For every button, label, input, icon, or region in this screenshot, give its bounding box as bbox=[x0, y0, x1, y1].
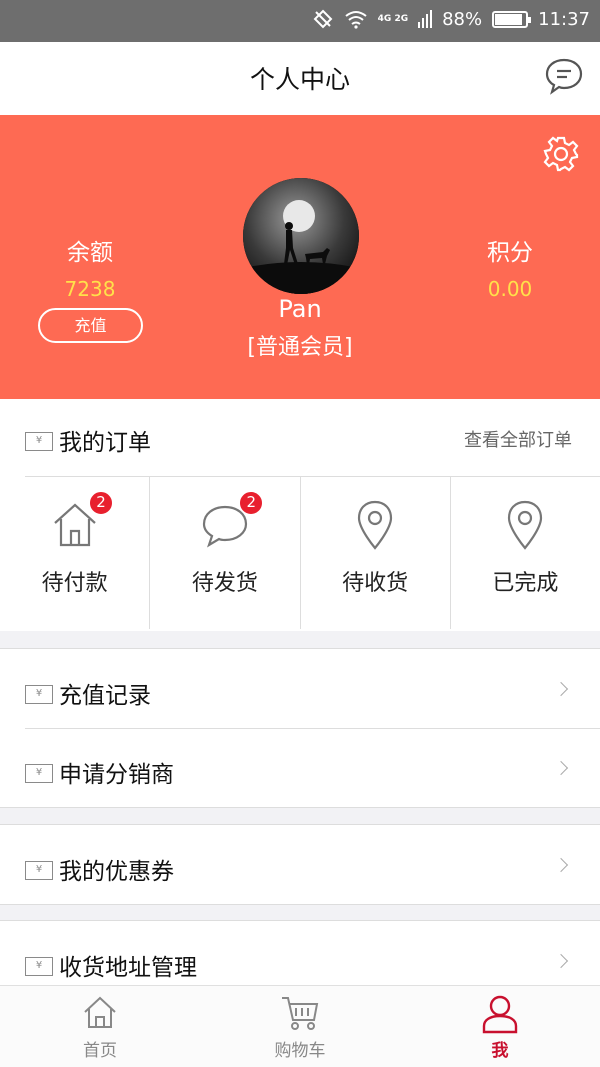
tab-label: 我 bbox=[491, 1041, 509, 1061]
order-state-completed[interactable]: 已完成 bbox=[451, 477, 600, 629]
wifi-icon bbox=[345, 11, 367, 29]
chevron-right-icon bbox=[553, 760, 569, 776]
orders-title: ¥ 我的订单 bbox=[25, 423, 151, 457]
points-label: 积分 bbox=[487, 240, 533, 266]
battery-icon bbox=[492, 10, 532, 28]
house-icon bbox=[84, 996, 116, 1028]
yen-ticket-icon: ¥ bbox=[25, 764, 53, 783]
tab-label: 首页 bbox=[83, 1041, 117, 1061]
menu-item-text: 收货地址管理 bbox=[59, 955, 197, 981]
yen-ticket-icon: ¥ bbox=[25, 685, 53, 704]
menu-item-my-coupons[interactable]: ¥ 我的优惠券 bbox=[0, 825, 600, 904]
balance-stat: 余额 7238 bbox=[20, 233, 160, 301]
menu-item-label: ¥ 充值记录 bbox=[25, 676, 151, 710]
order-count-badge: 2 bbox=[89, 491, 113, 515]
chat-bubble-icon[interactable] bbox=[544, 56, 584, 96]
points-stat: 积分 0.00 bbox=[440, 233, 580, 301]
member-level: [普通会员] bbox=[247, 335, 353, 360]
order-state-pending-payment[interactable]: 2 待付款 bbox=[0, 477, 151, 629]
order-state-pending-receipt[interactable]: 待收货 bbox=[301, 477, 451, 629]
location-pin-icon bbox=[508, 500, 543, 550]
tab-cart[interactable]: 购物车 bbox=[200, 986, 400, 1067]
battery-percent: 88% bbox=[442, 8, 483, 30]
tab-label: 购物车 bbox=[274, 1041, 326, 1061]
location-pin-icon bbox=[358, 500, 393, 550]
points-value: 0.00 bbox=[487, 277, 533, 301]
order-state-label: 待发货 bbox=[191, 571, 258, 596]
order-states: 2 待付款 2 待发货 待收货 已完成 bbox=[0, 477, 600, 629]
menu-group-coupons: ¥ 我的优惠券 bbox=[0, 824, 600, 905]
yen-ticket-icon: ¥ bbox=[25, 957, 53, 976]
menu-item-text: 我的优惠券 bbox=[59, 859, 174, 885]
orders-header[interactable]: ¥ 我的订单 查看全部订单 bbox=[25, 399, 600, 477]
menu-item-recharge-record[interactable]: ¥ 充值记录 bbox=[0, 649, 600, 728]
network-type: 4G 2G bbox=[377, 13, 409, 24]
balance-label: 余额 bbox=[67, 240, 113, 266]
app-header: 个人中心 bbox=[0, 42, 600, 115]
user-icon bbox=[482, 995, 518, 1034]
gear-icon[interactable] bbox=[542, 135, 580, 173]
bottom-tab-bar: 首页 购物车 我 bbox=[0, 985, 600, 1067]
avatar[interactable] bbox=[243, 178, 359, 294]
rotate-lock-icon bbox=[313, 9, 333, 29]
orders-title-text: 我的订单 bbox=[59, 430, 151, 456]
order-state-pending-shipment[interactable]: 2 待发货 bbox=[150, 477, 301, 629]
shopping-cart-icon bbox=[282, 997, 319, 1030]
yen-ticket-icon: ¥ bbox=[25, 861, 53, 880]
order-state-label: 待付款 bbox=[41, 571, 108, 596]
signal-icon bbox=[418, 10, 433, 28]
chevron-right-icon bbox=[553, 681, 569, 697]
chevron-right-icon bbox=[553, 857, 569, 873]
menu-item-label: ¥ 收货地址管理 bbox=[25, 948, 197, 982]
avatar-image bbox=[243, 178, 359, 294]
menu-item-label: ¥ 申请分销商 bbox=[25, 755, 174, 789]
clock: 11:37 bbox=[538, 8, 590, 30]
page-title: 个人中心 bbox=[249, 65, 350, 94]
menu-item-text: 充值记录 bbox=[59, 683, 151, 709]
menu-group-records: ¥ 充值记录 ¥ 申请分销商 bbox=[0, 648, 600, 808]
profile-panel: 余额 7238 充值 Pan [普通会员] 积分 0.00 bbox=[0, 115, 600, 399]
orders-section: ¥ 我的订单 查看全部订单 2 待付款 2 待发货 待收货 已完成 bbox=[0, 399, 600, 631]
status-icons: 4G 2G 88% 11:37 bbox=[312, 8, 590, 30]
chevron-right-icon bbox=[553, 953, 569, 969]
menu-item-label: ¥ 我的优惠券 bbox=[25, 852, 174, 886]
yen-ticket-icon: ¥ bbox=[25, 432, 53, 451]
menu-item-text: 申请分销商 bbox=[59, 762, 174, 788]
menu-item-apply-distributor[interactable]: ¥ 申请分销商 bbox=[0, 728, 600, 807]
tab-home[interactable]: 首页 bbox=[0, 986, 200, 1067]
order-count-badge: 2 bbox=[239, 491, 264, 515]
status-bar: 4G 2G 88% 11:37 bbox=[0, 0, 600, 42]
order-state-label: 已完成 bbox=[492, 571, 559, 596]
tab-me[interactable]: 我 bbox=[400, 986, 600, 1067]
order-state-label: 待收货 bbox=[342, 571, 409, 596]
